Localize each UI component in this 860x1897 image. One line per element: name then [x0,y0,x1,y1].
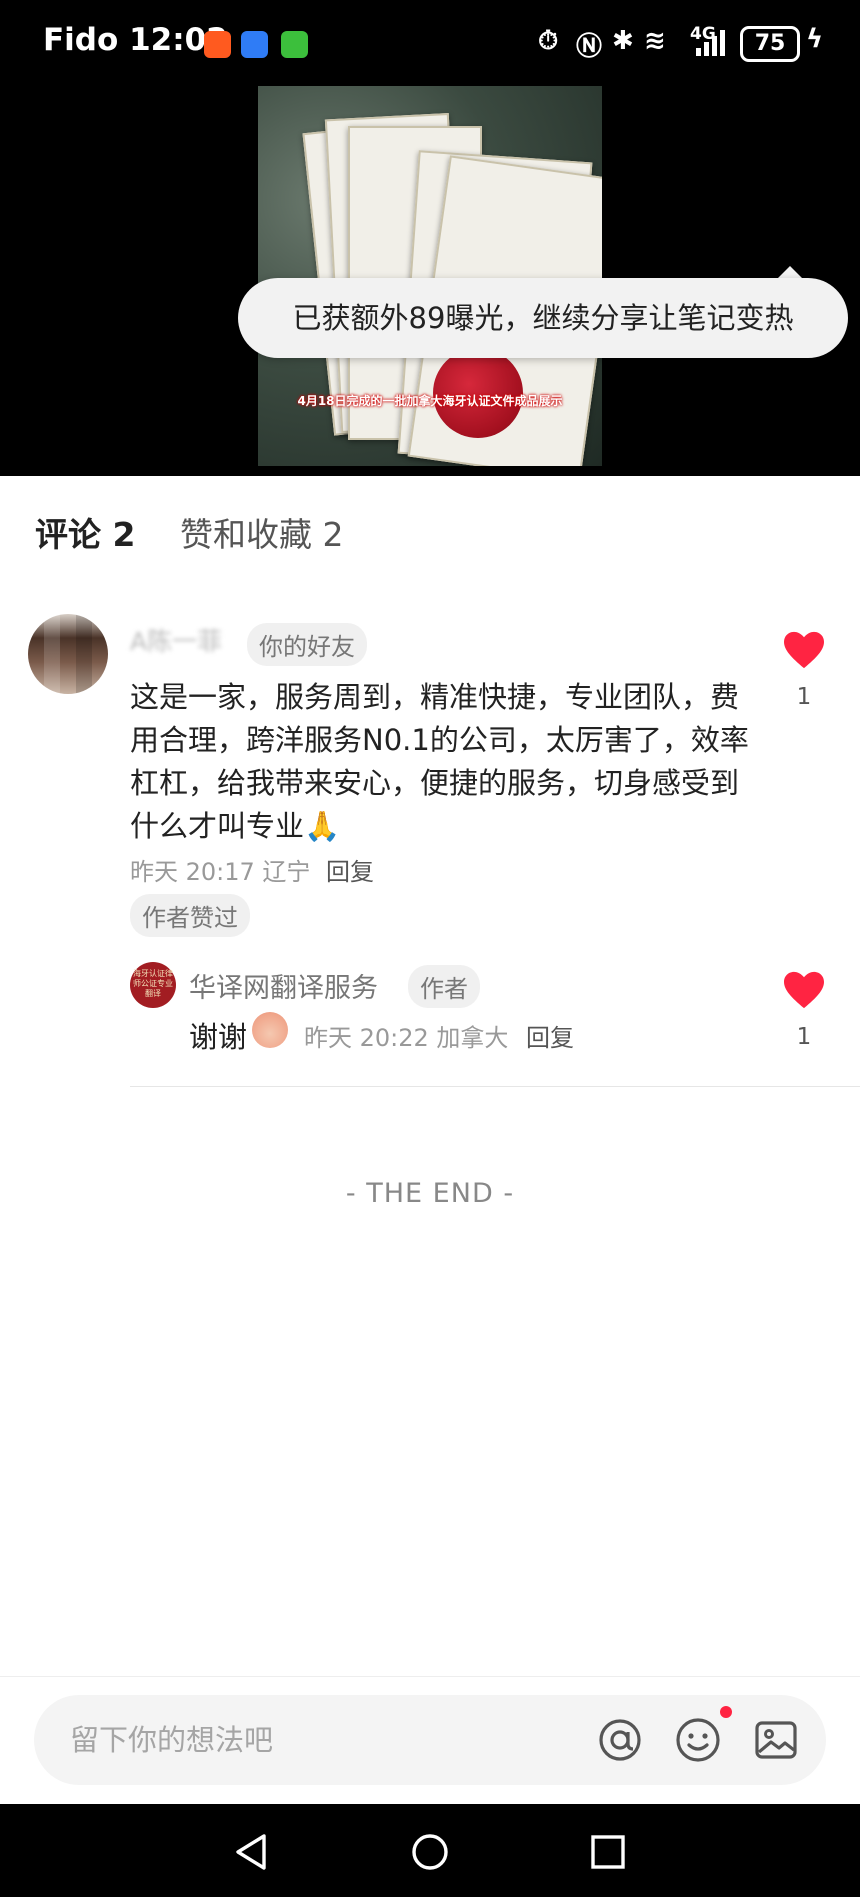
like-count: 1 [796,684,812,710]
photo-caption: 4月18日完成的一批加拿大海牙认证文件成品展示 [297,394,563,408]
author-badge: 作者 [408,965,480,1008]
at-icon[interactable] [596,1716,644,1764]
app-notification-icon [204,31,231,58]
like-heart-icon[interactable] [782,630,826,670]
tab-likes-favorites[interactable]: 赞和收藏 2 [180,508,344,556]
back-icon[interactable] [232,1832,270,1872]
end-marker: - THE END - [345,1178,515,1209]
nfc-icon: Ⓝ [576,32,603,62]
author-avatar[interactable]: 海牙认证律师公证专业翻译 [130,962,176,1008]
home-icon[interactable] [410,1832,450,1872]
blush-emoji-icon [252,1012,288,1048]
app-notification-icon [241,31,268,58]
wifi-icon: ≋ [644,26,666,56]
reply-button[interactable]: 回复 [326,852,374,887]
charging-icon: ϟ [806,24,824,54]
image-icon[interactable] [752,1716,800,1764]
like-count: 1 [796,1024,812,1050]
divider [0,1676,860,1677]
friend-badge: 你的好友 [247,623,367,666]
notification-dot [720,1706,732,1718]
comment-author[interactable]: A陈一菲 [130,622,222,658]
exposure-toast[interactable]: 已获额外89曝光，继续分享让笔记变热 [238,278,848,358]
tab-comments[interactable]: 评论 2 [35,508,135,556]
reply-author[interactable]: 华译网翻译服务 [189,966,378,1005]
signal-icon [696,30,725,56]
note-media[interactable]: 4月18日完成的一批加拿大海牙认证文件成品展示 已获额外89曝光，继续分享让笔记… [0,86,860,476]
like-heart-icon[interactable] [782,970,826,1010]
reply-meta: 昨天 20:22 加拿大 [304,1024,509,1052]
divider [130,1086,860,1087]
comment-text[interactable]: 这是一家，服务周到，精准快捷，专业团队，费用合理，跨洋服务N0.1的公司，太厉害… [130,676,750,848]
system-nav-bar [0,1804,860,1897]
status-bar: Fido 12:02 ⏱ Ⓝ ✱ ≋ 4G 75 ϟ [0,0,860,86]
status-carrier-time: Fido 12:02 [43,22,228,58]
reply-text[interactable]: 谢谢 [189,1014,247,1056]
comment-meta: 昨天 20:17 辽宁 [130,858,311,886]
author-liked-badge: 作者赞过 [130,894,250,937]
reply-button[interactable]: 回复 [526,1018,574,1053]
alarm-icon: ⏱ [538,26,559,56]
avatar[interactable] [28,614,108,694]
battery-indicator: 75 [740,26,800,62]
recents-icon[interactable] [590,1834,626,1870]
bluetooth-icon: ✱ [612,26,634,56]
note-photo[interactable]: 4月18日完成的一批加拿大海牙认证文件成品展示 [258,86,602,466]
emoji-icon[interactable] [674,1716,722,1764]
app-notification-icon [281,31,308,58]
